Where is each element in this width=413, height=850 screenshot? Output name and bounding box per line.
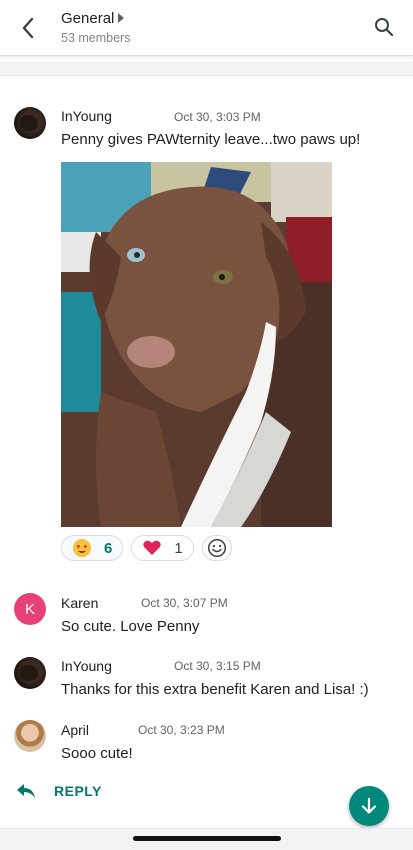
- add-reaction-button[interactable]: [201, 535, 232, 561]
- sender-name: April: [61, 722, 90, 738]
- avatar-letter: K: [24, 600, 35, 618]
- sender-name: Karen: [61, 595, 99, 611]
- heart-eyes-emoji-icon: [72, 538, 92, 558]
- chevron-left-icon: [22, 17, 34, 39]
- reply-button[interactable]: REPLY: [16, 783, 102, 799]
- message-time: Oct 30, 3:03 PM: [174, 110, 261, 124]
- message-time: Oct 30, 3:07 PM: [141, 596, 228, 610]
- message-text: Sooo cute!: [61, 745, 133, 762]
- thread-top-divider: [0, 62, 413, 76]
- reaction-bar: 6 1: [61, 535, 232, 561]
- message-text: So cute. Love Penny: [61, 618, 200, 635]
- message-time: Oct 30, 3:15 PM: [174, 659, 261, 673]
- caret-right-icon: [118, 13, 125, 23]
- message-text: Penny gives PAWternity leave...two paws …: [61, 131, 361, 148]
- search-button[interactable]: [371, 14, 397, 40]
- avatar[interactable]: K: [14, 593, 46, 625]
- reaction-count: 6: [104, 539, 113, 557]
- smiley-add-icon: [207, 538, 226, 558]
- avatar[interactable]: [14, 107, 46, 139]
- reply-arrow-icon: [17, 784, 35, 798]
- avatar[interactable]: [14, 657, 46, 689]
- message-time: Oct 30, 3:23 PM: [138, 723, 225, 737]
- reaction-chip-heart[interactable]: 1: [131, 535, 194, 561]
- back-button[interactable]: [14, 14, 42, 42]
- arrow-down-icon: [361, 797, 377, 814]
- dog-photo[interactable]: [61, 162, 332, 527]
- scroll-down-button[interactable]: [349, 786, 389, 826]
- sender-name: InYoung: [61, 108, 112, 124]
- sender-name: InYoung: [61, 658, 112, 674]
- avatar[interactable]: [14, 720, 46, 752]
- room-title-group[interactable]: General 53 members: [61, 8, 131, 46]
- puppy-image: [61, 162, 332, 527]
- app-header: General 53 members: [0, 0, 413, 56]
- home-indicator: [133, 836, 281, 841]
- message-text: Thanks for this extra benefit Karen and …: [61, 681, 369, 698]
- red-heart-emoji-icon: [142, 538, 162, 558]
- reply-label: REPLY: [54, 783, 102, 799]
- member-count: 53 members: [61, 31, 131, 45]
- reaction-chip-heart-eyes[interactable]: 6: [61, 535, 124, 561]
- search-icon: [375, 18, 394, 37]
- reaction-count: 1: [174, 539, 183, 557]
- room-title: General: [61, 9, 115, 27]
